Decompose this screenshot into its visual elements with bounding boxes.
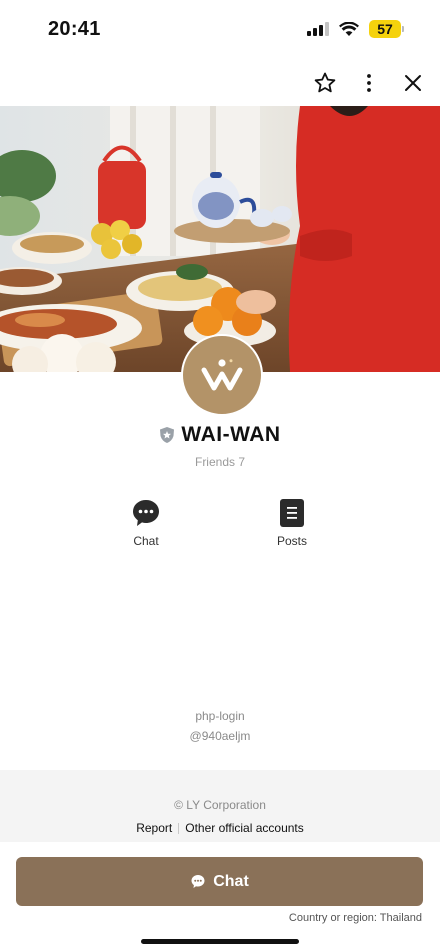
posts-action[interactable]: Posts	[252, 498, 332, 548]
avatar[interactable]	[181, 334, 263, 416]
footer: © LY Corporation Report Other official a…	[0, 770, 440, 842]
footer-links: Report Other official accounts	[0, 821, 440, 835]
other-official-accounts-link[interactable]: Other official accounts	[185, 821, 304, 835]
report-link[interactable]: Report	[136, 821, 172, 835]
chat-button[interactable]: Chat	[16, 857, 423, 906]
status-indicators: 57	[307, 20, 404, 38]
top-actions	[312, 70, 426, 96]
chat-button-label: Chat	[213, 872, 249, 890]
line-id: @940aeljm	[189, 729, 251, 743]
posts-action-label: Posts	[276, 534, 307, 548]
chat-bubble-icon	[133, 500, 159, 526]
more-button[interactable]	[356, 70, 382, 96]
account-ids: php-login @940aeljm	[0, 706, 440, 746]
wifi-icon	[339, 21, 359, 36]
official-shield-icon	[160, 427, 175, 443]
close-button[interactable]	[400, 70, 426, 96]
chat-bubble-icon	[191, 875, 205, 888]
chat-action[interactable]: Chat	[106, 498, 186, 548]
posts-icon	[280, 499, 304, 527]
account-name: WAI-WAN	[181, 423, 281, 446]
battery-icon: 57	[369, 20, 404, 38]
cover-photo[interactable]	[0, 106, 440, 372]
chat-action-label: Chat	[133, 534, 159, 548]
copyright: © LY Corporation	[174, 798, 266, 812]
battery-level: 57	[369, 20, 401, 38]
close-icon	[405, 75, 421, 91]
channel-name: php-login	[195, 709, 245, 723]
signal-icon	[307, 22, 329, 36]
home-indicator[interactable]	[141, 939, 299, 944]
status-bar: 20:41 57	[0, 0, 440, 56]
more-vertical-icon	[367, 74, 371, 92]
favorite-button[interactable]	[312, 70, 338, 96]
status-time: 20:41	[48, 18, 101, 40]
region-label: Country or region: Thailand	[288, 912, 422, 924]
wai-wan-logo	[201, 359, 243, 391]
account-name-row: WAI-WAN	[0, 423, 440, 447]
star-icon	[314, 72, 336, 93]
friends-count: Friends 7	[194, 455, 246, 469]
link-divider	[178, 822, 180, 834]
